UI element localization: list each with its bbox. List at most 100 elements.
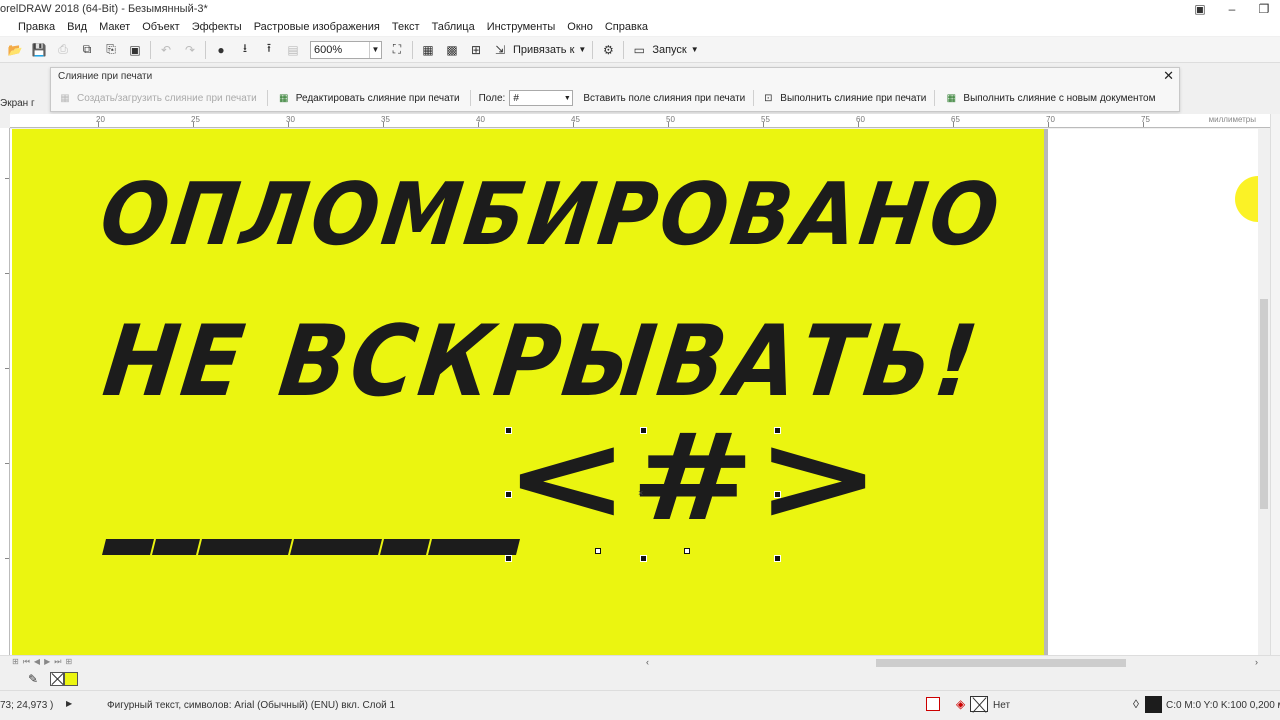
next-page-icon[interactable]: ▶ bbox=[44, 657, 50, 667]
signature-underline[interactable] bbox=[102, 539, 520, 555]
selection-handle[interactable] bbox=[505, 555, 512, 562]
menu-table[interactable]: Таблица bbox=[432, 21, 475, 33]
import-arrow-icon[interactable]: ⭳ bbox=[236, 41, 254, 59]
perform-merge-button[interactable]: ⊡ Выполнить слияние при печати bbox=[762, 92, 926, 104]
minimize-button[interactable]: – bbox=[1216, 0, 1248, 18]
menu-view[interactable]: Вид bbox=[67, 21, 87, 33]
chevron-down-icon: ▼ bbox=[369, 41, 381, 58]
first-page-icon[interactable]: ⏮ bbox=[23, 657, 30, 667]
vertical-scroll-thumb[interactable] bbox=[1260, 299, 1268, 509]
import-icon[interactable]: ⧉ bbox=[78, 41, 96, 59]
restore-icon[interactable]: ▣ bbox=[1184, 0, 1216, 18]
menu-layout[interactable]: Макет bbox=[99, 21, 130, 33]
horizontal-scrollbar[interactable]: ‹ › bbox=[644, 657, 1260, 669]
export-arrow-icon[interactable]: ⭱ bbox=[260, 41, 278, 59]
full-screen-icon[interactable]: ⛶ bbox=[388, 41, 406, 59]
sign-text-do-not-open[interactable]: НЕ ВСКРЫВАТЬ! bbox=[98, 305, 987, 419]
add-page-end-icon[interactable]: ⊞ bbox=[65, 657, 72, 667]
scroll-left-icon[interactable]: ‹ bbox=[646, 657, 649, 667]
toolbar-divider bbox=[753, 90, 755, 106]
no-color-swatch[interactable] bbox=[50, 672, 64, 686]
menu-bitmaps[interactable]: Растровые изображения bbox=[254, 21, 380, 33]
menu-edit[interactable]: Правка bbox=[18, 21, 55, 33]
launch-icon[interactable]: ▭ bbox=[630, 41, 648, 59]
object-info: Фигурный текст, символов: Arial (Обычный… bbox=[107, 700, 396, 711]
selection-handle[interactable] bbox=[505, 427, 512, 434]
maximize-button[interactable]: ❐ bbox=[1248, 0, 1280, 18]
add-page-icon[interactable]: ⊞ bbox=[12, 657, 19, 667]
document-page[interactable]: ОПЛОМБИРОВАНО НЕ ВСКРЫВАТЬ! <#> × bbox=[12, 129, 1048, 655]
fill-bucket-icon[interactable]: ◊ bbox=[1133, 697, 1139, 711]
pdf-icon[interactable]: ▤ bbox=[284, 41, 302, 59]
show-rulers-icon[interactable]: ▦ bbox=[419, 41, 437, 59]
close-icon[interactable]: ✕ bbox=[1163, 68, 1174, 84]
menu-effects[interactable]: Эффекты bbox=[192, 21, 242, 33]
menu-tools[interactable]: Инструменты bbox=[487, 21, 556, 33]
horizontal-ruler[interactable]: 20 25 30 35 40 45 50 55 60 65 70 75 милл… bbox=[10, 114, 1270, 128]
show-grid-icon[interactable]: ▩ bbox=[443, 41, 461, 59]
paste-icon[interactable]: ▣ bbox=[126, 41, 144, 59]
open-folder-icon[interactable]: 📂 bbox=[6, 41, 24, 59]
edit-merge-button[interactable]: ▦ Редактировать слияние при печати bbox=[278, 92, 460, 104]
fill-color-swatch[interactable] bbox=[1145, 696, 1162, 713]
cursor-coordinates: 73; 24,973 ) bbox=[0, 700, 54, 711]
menu-text[interactable]: Текст bbox=[392, 21, 420, 33]
undo-icon[interactable]: ↶ bbox=[157, 41, 175, 59]
status-bar: 73; 24,973 ) ▶ Фигурный текст, символов:… bbox=[0, 690, 1280, 720]
menu-window[interactable]: Окно bbox=[567, 21, 593, 33]
color-values: C:0 M:0 Y:0 K:100 0,200 м bbox=[1166, 700, 1280, 711]
menu-bar: Правка Вид Макет Объект Эффекты Растровы… bbox=[0, 18, 1280, 36]
show-guides-icon[interactable]: ⊞ bbox=[467, 41, 485, 59]
outline-pen-icon[interactable]: ◈ bbox=[956, 697, 970, 711]
yellow-swatch[interactable] bbox=[64, 672, 78, 686]
insert-merge-field-button[interactable]: Вставить поле слияния при печати bbox=[583, 93, 745, 104]
zoom-select[interactable]: 600% ▼ bbox=[310, 40, 382, 59]
save-icon[interactable]: 💾 bbox=[30, 41, 48, 59]
toolbar-divider bbox=[592, 40, 594, 59]
text-node-handle[interactable] bbox=[595, 548, 601, 554]
standard-toolbar: 📂 💾 ⎙ ⧉ ⎘ ▣ ↶ ↷ ● ⭳ ⭱ ▤ 600% ▼ ⛶ ▦ ▩ ⊞ ⇲… bbox=[0, 37, 1280, 63]
snap-to-dropdown[interactable]: Привязать к bbox=[513, 44, 574, 56]
vertical-ruler[interactable] bbox=[0, 128, 10, 655]
vertical-scrollbar[interactable] bbox=[1258, 129, 1270, 655]
prev-page-icon[interactable]: ◀ bbox=[34, 657, 40, 667]
sign-text-sealed[interactable]: ОПЛОМБИРОВАНО bbox=[95, 165, 1008, 265]
last-page-icon[interactable]: ⏭ bbox=[54, 657, 61, 667]
play-icon[interactable]: ▶ bbox=[66, 699, 72, 708]
docker-edge bbox=[1270, 114, 1280, 655]
print-icon[interactable]: ⎙ bbox=[54, 41, 72, 59]
zoom-value: 600% bbox=[314, 43, 343, 56]
eyedropper-icon[interactable]: ✎ bbox=[24, 670, 42, 688]
toolbar-divider bbox=[150, 40, 151, 59]
fill-indicator-icon[interactable] bbox=[926, 697, 940, 711]
field-value: # bbox=[513, 92, 519, 104]
document-palette: ✎ bbox=[0, 670, 1280, 688]
selection-handle[interactable] bbox=[505, 491, 512, 498]
merge-new-document-label: Выполнить слияние с новым документом bbox=[963, 92, 1156, 104]
selection-handle[interactable] bbox=[774, 555, 781, 562]
menu-help[interactable]: Справка bbox=[605, 21, 648, 33]
corel-connect-icon[interactable]: ● bbox=[212, 41, 230, 59]
merge-field-text[interactable]: <#> bbox=[504, 419, 881, 539]
launch-dropdown[interactable]: Запуск bbox=[652, 44, 686, 56]
text-node-handle[interactable] bbox=[684, 548, 690, 554]
toolbar-divider bbox=[623, 40, 625, 59]
merge-new-document-icon: ▦ bbox=[946, 92, 957, 104]
snap-icon[interactable]: ⇲ bbox=[491, 41, 509, 59]
selection-handle[interactable] bbox=[640, 555, 647, 562]
redo-icon[interactable]: ↷ bbox=[181, 41, 199, 59]
selection-handle[interactable] bbox=[774, 491, 781, 498]
gear-icon[interactable]: ⚙ bbox=[599, 41, 617, 59]
outline-none-label: Нет bbox=[993, 700, 1011, 711]
drawing-canvas[interactable]: ОПЛОМБИРОВАНО НЕ ВСКРЫВАТЬ! <#> × bbox=[10, 129, 1258, 655]
horizontal-scroll-thumb[interactable] bbox=[876, 659, 1126, 667]
selection-handle[interactable] bbox=[640, 427, 647, 434]
create-load-merge-button[interactable]: ▦ Создать/загрузить слияние при печати bbox=[59, 92, 257, 104]
window-title: orelDRAW 2018 (64-Bit) - Безымянный-3* bbox=[0, 3, 208, 15]
merge-new-document-button[interactable]: ▦ Выполнить слияние с новым документом bbox=[945, 92, 1156, 104]
selection-handle[interactable] bbox=[774, 427, 781, 434]
copy-icon[interactable]: ⎘ bbox=[102, 41, 120, 59]
menu-object[interactable]: Объект bbox=[142, 21, 179, 33]
field-select[interactable]: # ▼ bbox=[509, 90, 574, 106]
scroll-right-icon[interactable]: › bbox=[1255, 657, 1258, 667]
